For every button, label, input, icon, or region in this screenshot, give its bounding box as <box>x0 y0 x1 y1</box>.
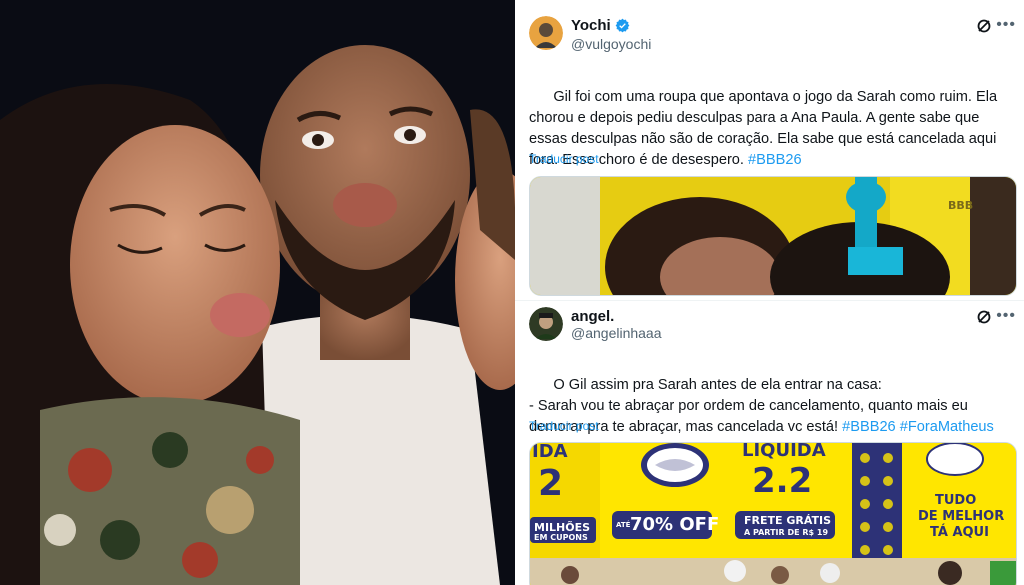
sign-text: 2 <box>538 463 564 504</box>
tweet-media-image[interactable]: BBB <box>529 176 1017 296</box>
avatar[interactable] <box>529 307 563 341</box>
avatar[interactable] <box>529 16 563 50</box>
sign-text: TÁ AQUI <box>930 525 989 540</box>
more-options-icon[interactable]: ••• <box>996 17 1016 33</box>
hashtag-link[interactable]: #BBB26 <box>748 152 802 168</box>
sign-text: ATÉ <box>616 521 631 529</box>
more-options-icon[interactable]: ••• <box>996 308 1016 324</box>
sign-text: IDA <box>532 442 568 462</box>
display-name-text[interactable]: Yochi <box>571 17 611 34</box>
photo-people <box>0 0 515 585</box>
grok-icon[interactable] <box>976 309 992 325</box>
hashtag-link[interactable]: #BBB26 <box>842 419 896 435</box>
tweet-text: Gil foi com uma roupa que apontava o jog… <box>529 66 1015 192</box>
media-photo <box>530 177 1016 295</box>
sign-text: DE MELHOR <box>918 509 1005 524</box>
sign-text: 2.2 <box>752 461 813 501</box>
twitter-feed: Yochi @vulgoyochi ••• Gil foi com uma ro… <box>515 0 1024 585</box>
translate-post-link[interactable]: Traducir post <box>529 152 599 166</box>
sign-text: EM CUPONS <box>534 533 588 542</box>
hashtag-link[interactable]: #ForaMatheus <box>900 419 994 435</box>
tweet-yochi[interactable]: Yochi @vulgoyochi ••• Gil foi com uma ro… <box>515 0 1024 300</box>
sign-text: FRETE GRÁTIS <box>744 514 832 527</box>
tweet-media-image[interactable]: IDA 2 MILHÕES EM CUPONS LIQUIDA 2.2 ATÉ … <box>529 442 1017 585</box>
sign-text: LIQUIDA <box>742 442 826 461</box>
handle[interactable]: @angelinhaaa <box>571 325 662 341</box>
grok-icon[interactable] <box>976 18 992 34</box>
handle[interactable]: @vulgoyochi <box>571 36 651 52</box>
verified-badge-icon <box>615 18 630 33</box>
display-name[interactable]: Yochi <box>571 17 630 34</box>
media-watermark: BBB <box>948 199 974 212</box>
translate-post-link[interactable]: Traducir post <box>529 419 599 433</box>
display-name[interactable]: angel. <box>571 308 614 325</box>
sign-text: TUDO <box>935 493 977 508</box>
photo-illustration <box>0 0 515 585</box>
display-name-text[interactable]: angel. <box>571 308 614 325</box>
tweet-angel[interactable]: angel. @angelinhaaa ••• O Gil assim pra … <box>515 301 1024 585</box>
sign-text: 70% OFF <box>630 514 720 535</box>
sign-text: A PARTIR DE R$ 19 <box>744 528 829 537</box>
